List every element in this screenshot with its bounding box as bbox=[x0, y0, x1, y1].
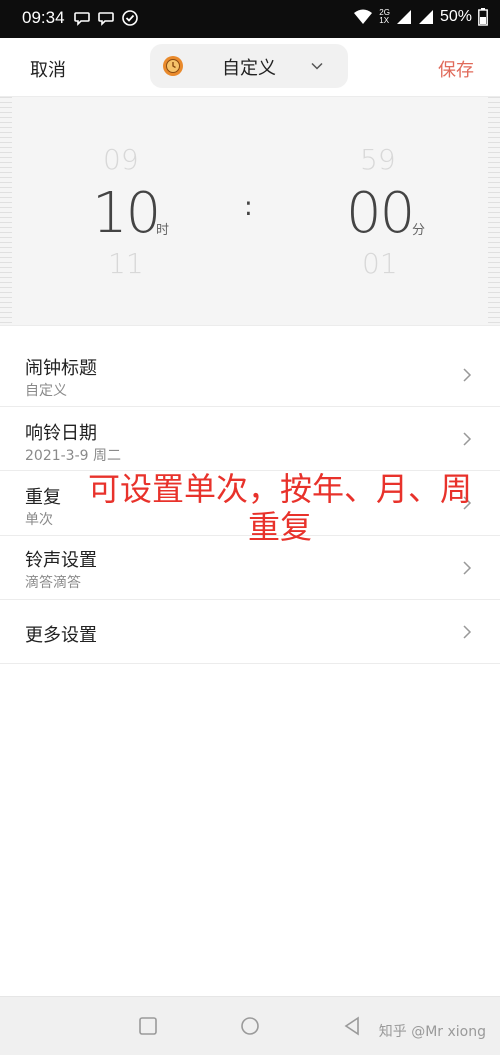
minute-prev: 59 bbox=[360, 143, 396, 176]
signal-icon bbox=[396, 10, 411, 24]
network-type: 2G 1X bbox=[379, 8, 390, 25]
signal-icon bbox=[418, 10, 433, 24]
check-circle-icon bbox=[122, 10, 138, 26]
annotation-text: 可设置单次，按年、月、周 重复 bbox=[60, 470, 500, 546]
notification-icons bbox=[73, 9, 139, 27]
setting-row-more[interactable]: 更多设置 bbox=[0, 600, 500, 664]
setting-value: 2021-3-9 周二 bbox=[25, 448, 121, 464]
system-nav-bar: 知乎 @Mr xiong bbox=[0, 996, 500, 1055]
minute-next: 01 bbox=[362, 247, 398, 280]
chat-bubble-icon bbox=[98, 12, 114, 26]
back-icon[interactable] bbox=[341, 1015, 363, 1037]
recent-apps-icon[interactable] bbox=[137, 1015, 159, 1037]
chevron-right-icon bbox=[463, 561, 472, 575]
setting-value: 单次 bbox=[25, 512, 53, 528]
hour-prev: 09 bbox=[103, 143, 139, 176]
annotation-line: 可设置单次，按年、月、周 bbox=[87, 470, 472, 508]
wifi-icon bbox=[354, 9, 373, 24]
chevron-right-icon bbox=[463, 432, 472, 446]
setting-title: 响铃日期 bbox=[25, 423, 97, 444]
chat-bubble-icon bbox=[74, 12, 90, 26]
alarm-clock-icon bbox=[163, 56, 183, 76]
setting-title: 铃声设置 bbox=[25, 550, 97, 571]
battery-icon bbox=[478, 8, 488, 26]
hour-next: 11 bbox=[108, 247, 144, 280]
setting-title: 更多设置 bbox=[25, 625, 97, 646]
status-time: 09:34 bbox=[22, 8, 65, 27]
chevron-right-icon bbox=[463, 625, 472, 639]
alarm-type-label: 自定义 bbox=[222, 58, 276, 79]
alarm-type-dropdown[interactable]: 自定义 bbox=[150, 44, 348, 88]
minute-unit: 分 bbox=[412, 223, 426, 238]
battery-percent: 50% bbox=[439, 8, 472, 25]
setting-row-alarm-title[interactable]: 闹钟标题 自定义 bbox=[0, 340, 500, 407]
setting-value: 滴答滴答 bbox=[25, 575, 81, 591]
hour-selected: 10 bbox=[92, 181, 161, 246]
hour-unit: 时 bbox=[156, 223, 170, 238]
save-button[interactable]: 保存 bbox=[438, 56, 474, 82]
ruler-decoration bbox=[0, 97, 12, 325]
time-picker: 09 10 时 11 : 59 00 分 01 bbox=[0, 96, 500, 326]
minute-selected: 00 bbox=[346, 181, 415, 246]
header: 取消 自定义 保存 bbox=[0, 38, 500, 96]
setting-row-ring-date[interactable]: 响铃日期 2021-3-9 周二 bbox=[0, 407, 500, 471]
status-right: 2G 1X 50% bbox=[353, 8, 488, 26]
home-icon[interactable] bbox=[239, 1015, 261, 1037]
ruler-decoration bbox=[488, 97, 500, 325]
status-bar: 09:34 2G 1X 50% bbox=[0, 0, 500, 38]
chevron-down-icon bbox=[311, 62, 323, 70]
cancel-button[interactable]: 取消 bbox=[30, 56, 66, 82]
watermark: 知乎 @Mr xiong bbox=[378, 1024, 486, 1040]
setting-title: 重复 bbox=[25, 487, 61, 508]
chevron-right-icon bbox=[463, 368, 472, 382]
setting-value: 自定义 bbox=[25, 383, 67, 399]
annotation-line: 重复 bbox=[247, 508, 312, 546]
time-separator: : bbox=[244, 192, 253, 222]
setting-title: 闹钟标题 bbox=[25, 358, 97, 379]
